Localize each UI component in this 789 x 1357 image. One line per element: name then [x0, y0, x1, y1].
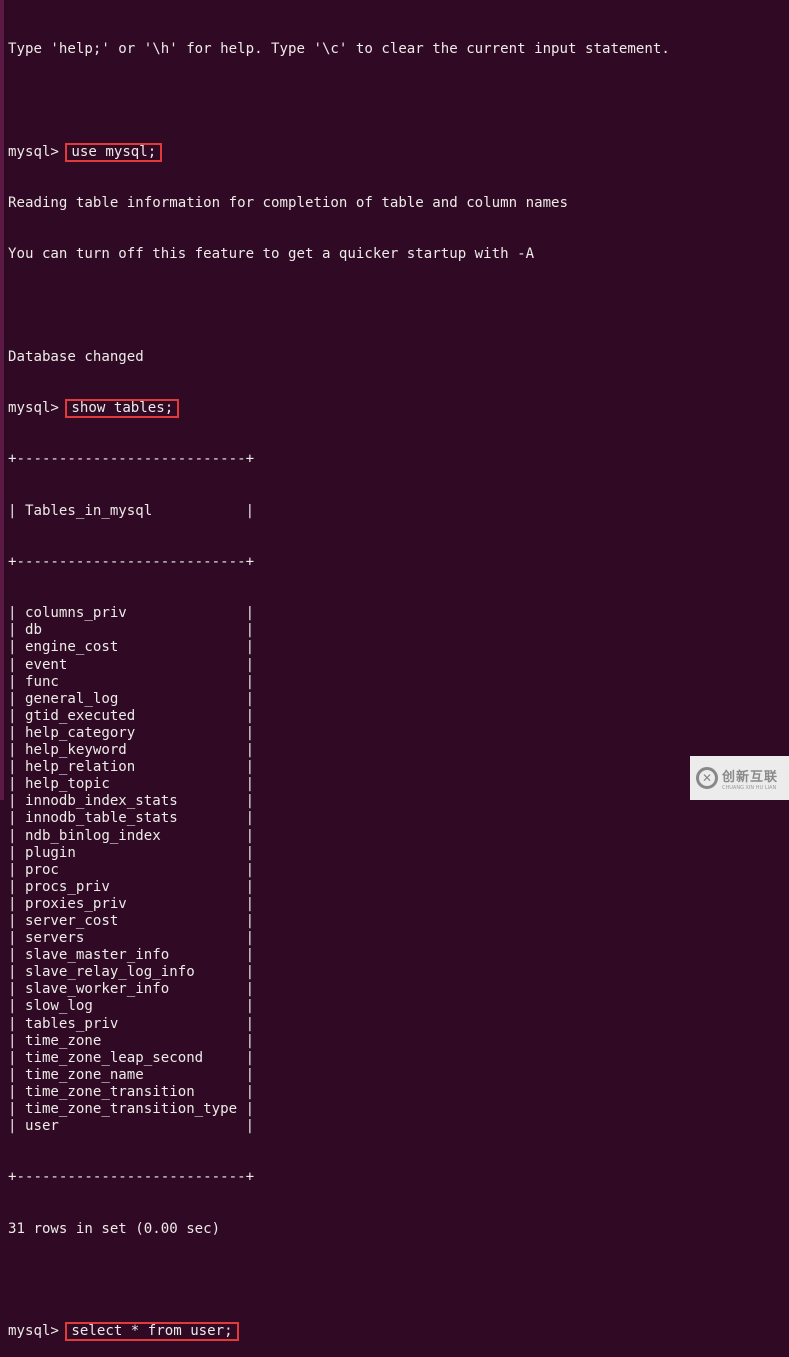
table-row: | time_zone_transition_type | — [8, 1101, 255, 1117]
table-row: | slave_worker_info | — [8, 981, 255, 998]
brand-logo-icon: ✕ — [696, 767, 718, 789]
table-row: | event | — [8, 656, 255, 673]
command-line-select: mysql> select * from user; — [8, 1322, 670, 1342]
rows-summary: 31 rows in set (0.00 sec) — [8, 1220, 221, 1237]
terminal-output[interactable]: Type 'help;' or '\h' for help. Type '\c'… — [8, 7, 670, 1357]
table-row: | gtid_executed | — [8, 707, 255, 724]
table-row: | time_zone_transition | — [8, 1083, 255, 1100]
table-row: | server_cost | — [8, 912, 255, 929]
table-row: | slow_log | — [8, 998, 255, 1015]
help-line: Type 'help;' or '\h' for help. Type '\c'… — [8, 41, 670, 58]
brand-name-en: CHUANG XIN HU LIAN — [722, 784, 777, 791]
command-line-use: mysql> use mysql; — [8, 142, 670, 162]
table-row: | ndb_binlog_index | — [8, 827, 255, 844]
table-rows: | columns_priv | | db | | engine_cost | | e… — [8, 605, 670, 1135]
table-header: | Tables_in_mysql | — [8, 502, 255, 519]
table-row: | general_log | — [8, 690, 255, 707]
prompt: mysql> — [8, 143, 68, 160]
table-border-top: +---------------------------+ — [8, 451, 255, 468]
table-row: | time_zone | — [8, 1032, 255, 1049]
highlighted-command-select: select * from user; — [65, 1322, 239, 1342]
table-row: | servers | — [8, 930, 255, 947]
brand-name-cn: 创新互联 — [722, 769, 779, 785]
highlighted-command-use: use mysql; — [65, 142, 163, 162]
highlighted-command-show: show tables; — [65, 399, 180, 419]
table-row: | user | — [8, 1118, 255, 1135]
table-row: | slave_master_info | — [8, 947, 255, 964]
table-row: | procs_priv | — [8, 878, 255, 895]
table-row: | engine_cost | — [8, 639, 255, 656]
prompt: mysql> — [8, 400, 68, 417]
table-row: | slave_relay_log_info | — [8, 964, 255, 981]
turnoff-info-line: You can turn off this feature to get a q… — [8, 246, 535, 263]
table-row: | help_category | — [8, 724, 255, 741]
table-row: | time_zone_leap_second | — [8, 1049, 255, 1066]
window-left-edge — [0, 0, 4, 800]
table-row: | proc | — [8, 861, 255, 878]
table-border-header: +---------------------------+ — [8, 554, 255, 570]
command-line-show: mysql> show tables; — [8, 399, 670, 419]
table-row: | tables_priv | — [8, 1015, 255, 1032]
table-row: | help_relation | — [8, 759, 255, 776]
table-row: | plugin | — [8, 844, 255, 861]
table-row: | func | — [8, 673, 255, 690]
reading-info-line: Reading table information for completion… — [8, 195, 569, 212]
watermark: ✕ 创新互联 CHUANG XIN HU LIAN — [690, 756, 789, 800]
table-row: | help_keyword | — [8, 742, 255, 759]
table-row: | proxies_priv | — [8, 895, 255, 912]
database-changed-line: Database changed — [8, 348, 144, 365]
table-row: | time_zone_name | — [8, 1066, 255, 1083]
prompt: mysql> — [8, 1323, 68, 1340]
table-row: | columns_priv | — [8, 605, 255, 622]
table-row: | innodb_table_stats | — [8, 810, 255, 827]
table-row: | db | — [8, 622, 255, 639]
table-row: | innodb_index_stats | — [8, 793, 255, 810]
table-row: | help_topic | — [8, 776, 255, 793]
table-border-bottom: +---------------------------+ — [8, 1169, 255, 1186]
